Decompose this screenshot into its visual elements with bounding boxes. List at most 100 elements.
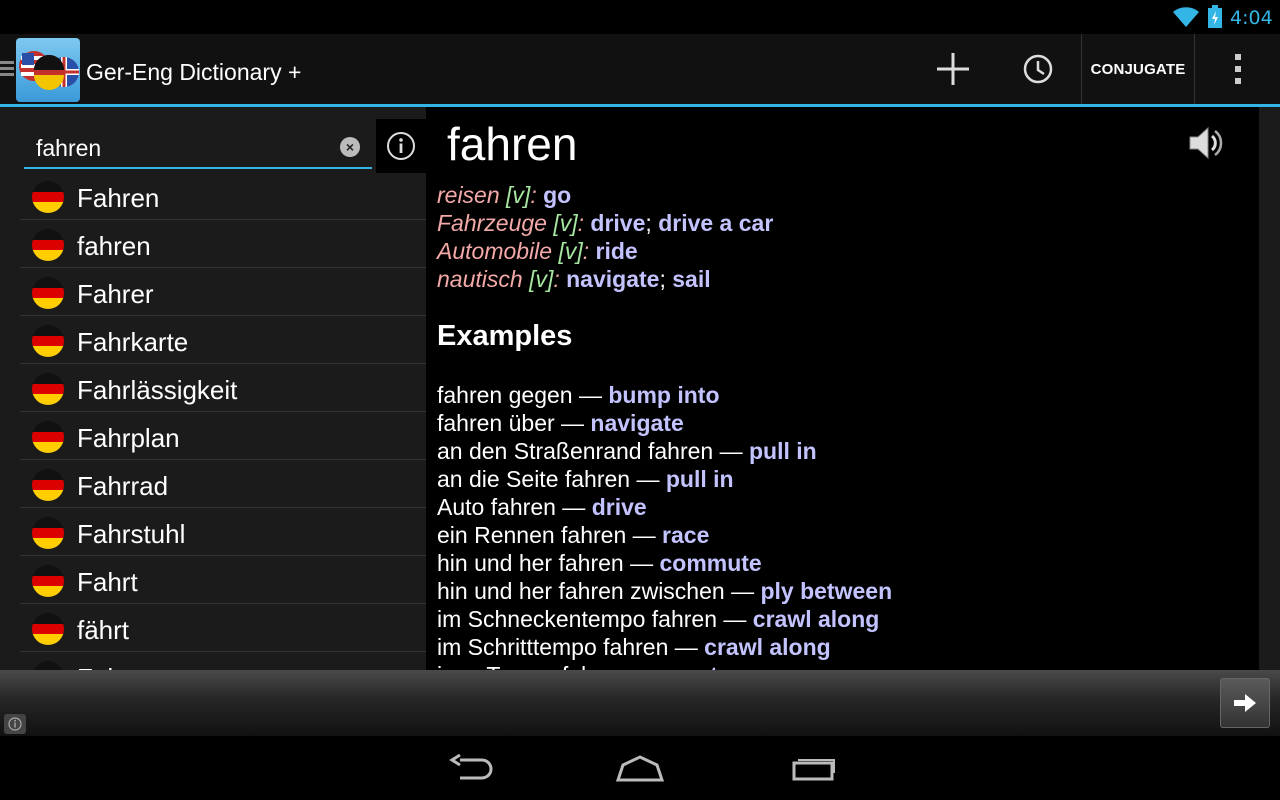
- translation-link[interactable]: drive: [590, 210, 645, 236]
- conjugate-button[interactable]: CONJUGATE: [1081, 34, 1195, 104]
- example-translation[interactable]: ply between: [760, 578, 892, 604]
- word-label: fahren: [77, 231, 151, 261]
- example-line: an die Seite fahren — pull in: [437, 466, 734, 492]
- translation-link[interactable]: ride: [596, 238, 638, 264]
- ad-banner[interactable]: [0, 670, 1280, 736]
- word-label: Fahrlässigkeit: [77, 375, 238, 405]
- example-translation[interactable]: crawl along: [704, 634, 831, 660]
- definition-line: Fahrzeuge [v]: drive; drive a car: [437, 210, 774, 236]
- search-input[interactable]: [36, 135, 336, 162]
- example-translation[interactable]: pull in: [666, 466, 734, 492]
- example-translation[interactable]: race: [662, 522, 709, 548]
- word-label: fährt: [77, 615, 130, 645]
- word-label: Fahrstuhl: [77, 519, 186, 549]
- home-button[interactable]: [610, 748, 670, 788]
- example-german: Auto fahren: [437, 494, 556, 520]
- definitions-list: reisen [v]: go Fahrzeuge [v]: drive; driv…: [437, 181, 773, 293]
- example-german: im Schneckentempo fahren: [437, 606, 717, 632]
- definition-line: reisen [v]: go: [437, 182, 572, 208]
- part-of-speech: [v]: [553, 210, 578, 236]
- part-of-speech: [v]: [506, 182, 531, 208]
- status-bar: 4:04: [0, 0, 1280, 33]
- part-of-speech: [v]: [529, 266, 554, 292]
- example-line: fahren gegen — bump into: [437, 382, 720, 408]
- info-icon: [8, 717, 22, 731]
- german-flag-icon: [32, 229, 64, 261]
- german-flag-icon: [32, 181, 64, 213]
- translation-link[interactable]: sail: [672, 266, 710, 292]
- word-list-item[interactable]: Fahrlässigkeit: [20, 364, 426, 412]
- ad-info-button[interactable]: [4, 714, 26, 734]
- back-button[interactable]: [440, 748, 500, 788]
- pane-edge: [1259, 107, 1280, 670]
- translation-link[interactable]: navigate: [566, 266, 659, 292]
- definition-line: nautisch [v]: navigate; sail: [437, 266, 711, 292]
- history-button[interactable]: [1005, 34, 1071, 104]
- example-translation[interactable]: pull in: [749, 438, 817, 464]
- pronounce-button[interactable]: [1186, 123, 1226, 163]
- example-line: Auto fahren — drive: [437, 494, 647, 520]
- translation-link[interactable]: go: [543, 182, 571, 208]
- example-translation[interactable]: commute: [659, 550, 761, 576]
- definition-context: reisen: [437, 182, 500, 208]
- recent-apps-button[interactable]: [782, 748, 842, 788]
- home-icon: [615, 755, 665, 782]
- word-list-item[interactable]: Fahren: [20, 172, 426, 220]
- example-translation[interactable]: bump into: [608, 382, 719, 408]
- word-list-item[interactable]: fahren: [20, 220, 426, 268]
- headword: fahren: [447, 118, 578, 170]
- german-flag-icon: [32, 325, 64, 357]
- example-line: im Schneckentempo fahren — crawl along: [437, 606, 880, 632]
- word-label: Fahren: [77, 183, 160, 213]
- example-line: in ... Tempo fahren — go at: [437, 661, 892, 670]
- word-list-item[interactable]: Fahrt: [20, 556, 426, 604]
- overflow-menu-button[interactable]: [1205, 34, 1271, 104]
- example-translation[interactable]: drive: [592, 494, 647, 520]
- word-list-item[interactable]: Fahrstuhl: [20, 508, 426, 556]
- german-flag-icon: [32, 421, 64, 453]
- german-flag-icon: [32, 565, 64, 597]
- info-button[interactable]: [376, 119, 426, 173]
- example-german: an die Seite fahren: [437, 466, 631, 492]
- word-list-item[interactable]: Fahrer: [20, 268, 426, 316]
- action-bar: Ger-Eng Dictionary + CONJUGATE: [0, 34, 1280, 104]
- ad-next-button[interactable]: [1220, 678, 1270, 728]
- examples-heading: Examples: [437, 320, 573, 352]
- battery-icon: [1208, 5, 1222, 28]
- example-line: im Schritttempo fahren — crawl along: [437, 634, 831, 660]
- recent-apps-icon: [792, 759, 835, 781]
- word-label: Fahrrad: [77, 471, 169, 501]
- examples-list: fahren gegen — bump into fahren über — na…: [437, 381, 892, 670]
- example-german: im Schritttempo fahren: [437, 634, 669, 660]
- clock-icon: [1023, 54, 1053, 84]
- wifi-icon: [1173, 7, 1199, 27]
- example-german: hin und her fahren zwischen: [437, 578, 725, 604]
- close-icon: ×: [345, 139, 355, 155]
- word-list-item[interactable]: Fahrzeug: [20, 652, 426, 670]
- clear-search-button[interactable]: ×: [340, 137, 360, 157]
- app-logo-icon[interactable]: [16, 38, 80, 102]
- translation-link[interactable]: drive a car: [658, 210, 773, 236]
- example-line: fahren über — navigate: [437, 410, 684, 436]
- example-translation[interactable]: crawl along: [753, 606, 880, 632]
- definition-context: nautisch: [437, 266, 523, 292]
- drawer-indicator-icon[interactable]: [0, 61, 14, 77]
- word-list-item[interactable]: Fahrrad: [20, 460, 426, 508]
- navigation-bar: [0, 736, 1280, 800]
- word-list-item[interactable]: Fahrplan: [20, 412, 426, 460]
- example-translation[interactable]: navigate: [590, 410, 683, 436]
- overflow-menu-icon: [1235, 54, 1241, 84]
- example-line: hin und her fahren zwischen — ply betwee…: [437, 578, 893, 604]
- example-line: ein Rennen fahren — race: [437, 522, 710, 548]
- example-german: ein Rennen fahren: [437, 522, 627, 548]
- add-button[interactable]: [920, 34, 986, 104]
- word-list: Fahren fahren Fahrer Fahrkarte Fahrlässigkei…: [20, 172, 426, 670]
- word-label: Fahrkarte: [77, 327, 189, 357]
- word-list-item[interactable]: fährt: [20, 604, 426, 652]
- word-list-item[interactable]: Fahrkarte: [20, 316, 426, 364]
- example-translation[interactable]: go at: [663, 662, 718, 670]
- word-label: Fahrt: [77, 567, 138, 597]
- german-flag-icon: [32, 277, 64, 309]
- german-flag-icon: [32, 469, 64, 501]
- info-icon: [387, 132, 415, 160]
